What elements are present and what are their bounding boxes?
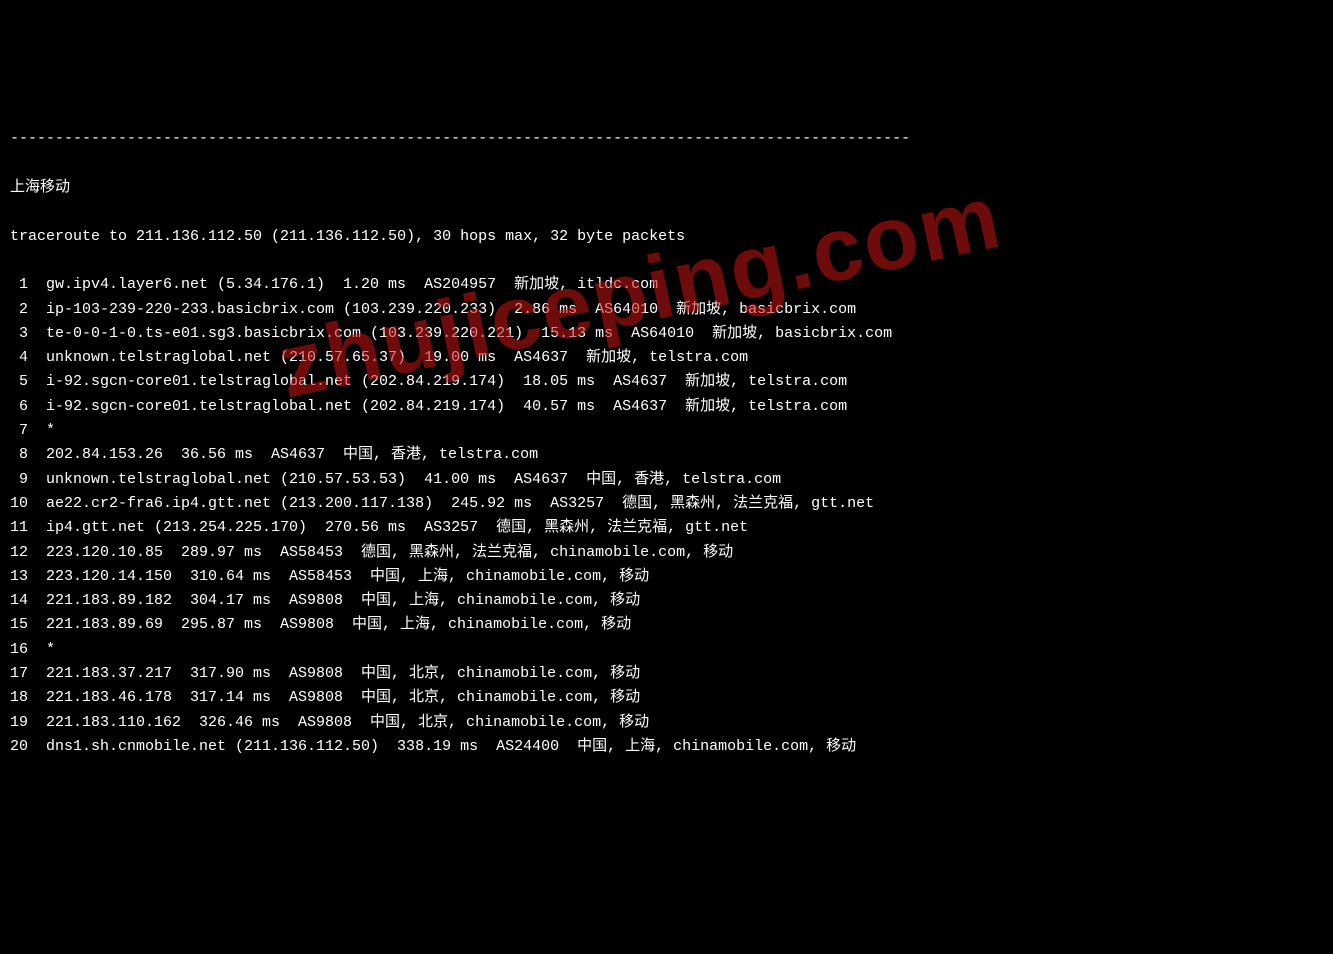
hop-line: 11 ip4.gtt.net (213.254.225.170) 270.56 …	[10, 516, 1323, 540]
hop-detail: 221.183.46.178 317.14 ms AS9808 中国, 北京, …	[28, 689, 640, 706]
hop-line: 4 unknown.telstraglobal.net (210.57.65.3…	[10, 346, 1323, 370]
hop-detail: i-92.sgcn-core01.telstraglobal.net (202.…	[28, 373, 847, 390]
hop-detail: 223.120.10.85 289.97 ms AS58453 德国, 黑森州,…	[28, 544, 733, 561]
terminal-output: ----------------------------------------…	[10, 103, 1323, 783]
hop-line: 18 221.183.46.178 317.14 ms AS9808 中国, 北…	[10, 686, 1323, 710]
hop-line: 15 221.183.89.69 295.87 ms AS9808 中国, 上海…	[10, 613, 1323, 637]
hop-detail: te-0-0-1-0.ts-e01.sg3.basicbrix.com (103…	[28, 325, 892, 342]
hop-number: 9	[10, 468, 28, 492]
hop-number: 2	[10, 298, 28, 322]
hop-line: 2 ip-103-239-220-233.basicbrix.com (103.…	[10, 298, 1323, 322]
hop-number: 12	[10, 541, 28, 565]
hop-number: 7	[10, 419, 28, 443]
hop-number: 10	[10, 492, 28, 516]
hop-number: 18	[10, 686, 28, 710]
hop-line: 9 unknown.telstraglobal.net (210.57.53.5…	[10, 468, 1323, 492]
hop-line: 10 ae22.cr2-fra6.ip4.gtt.net (213.200.11…	[10, 492, 1323, 516]
hop-detail: 221.183.89.69 295.87 ms AS9808 中国, 上海, c…	[28, 616, 631, 633]
hop-detail: 221.183.110.162 326.46 ms AS9808 中国, 北京,…	[28, 714, 649, 731]
hop-line: 13 223.120.14.150 310.64 ms AS58453 中国, …	[10, 565, 1323, 589]
hop-detail: *	[28, 641, 55, 658]
hop-number: 1	[10, 273, 28, 297]
hop-number: 16	[10, 638, 28, 662]
hop-detail: ip-103-239-220-233.basicbrix.com (103.23…	[28, 301, 856, 318]
hop-number: 13	[10, 565, 28, 589]
hop-number: 8	[10, 443, 28, 467]
hop-number: 11	[10, 516, 28, 540]
hop-number: 4	[10, 346, 28, 370]
hop-detail: *	[28, 422, 55, 439]
hop-line: 16 *	[10, 638, 1323, 662]
hop-line: 3 te-0-0-1-0.ts-e01.sg3.basicbrix.com (1…	[10, 322, 1323, 346]
hop-line: 19 221.183.110.162 326.46 ms AS9808 中国, …	[10, 711, 1323, 735]
hop-line: 5 i-92.sgcn-core01.telstraglobal.net (20…	[10, 370, 1323, 394]
hop-line: 20 dns1.sh.cnmobile.net (211.136.112.50)…	[10, 735, 1323, 759]
hop-number: 17	[10, 662, 28, 686]
separator-line: ----------------------------------------…	[10, 127, 1323, 151]
hop-detail: i-92.sgcn-core01.telstraglobal.net (202.…	[28, 398, 847, 415]
hop-detail: gw.ipv4.layer6.net (5.34.176.1) 1.20 ms …	[28, 276, 658, 293]
hop-detail: ae22.cr2-fra6.ip4.gtt.net (213.200.117.1…	[28, 495, 874, 512]
hop-number: 14	[10, 589, 28, 613]
hop-number: 6	[10, 395, 28, 419]
traceroute-header: traceroute to 211.136.112.50 (211.136.11…	[10, 225, 1323, 249]
hop-number: 20	[10, 735, 28, 759]
hop-detail: 223.120.14.150 310.64 ms AS58453 中国, 上海,…	[28, 568, 649, 585]
hop-detail: 221.183.37.217 317.90 ms AS9808 中国, 北京, …	[28, 665, 640, 682]
hop-detail: unknown.telstraglobal.net (210.57.53.53)…	[28, 471, 781, 488]
hop-line: 12 223.120.10.85 289.97 ms AS58453 德国, 黑…	[10, 541, 1323, 565]
hop-line: 14 221.183.89.182 304.17 ms AS9808 中国, 上…	[10, 589, 1323, 613]
hop-detail: unknown.telstraglobal.net (210.57.65.37)…	[28, 349, 748, 366]
hop-line: 7 *	[10, 419, 1323, 443]
hop-number: 15	[10, 613, 28, 637]
hop-line: 8 202.84.153.26 36.56 ms AS4637 中国, 香港, …	[10, 443, 1323, 467]
hop-line: 17 221.183.37.217 317.90 ms AS9808 中国, 北…	[10, 662, 1323, 686]
hop-line: 6 i-92.sgcn-core01.telstraglobal.net (20…	[10, 395, 1323, 419]
hop-line: 1 gw.ipv4.layer6.net (5.34.176.1) 1.20 m…	[10, 273, 1323, 297]
hop-detail: 202.84.153.26 36.56 ms AS4637 中国, 香港, te…	[28, 446, 538, 463]
hop-detail: dns1.sh.cnmobile.net (211.136.112.50) 33…	[28, 738, 856, 755]
hop-number: 19	[10, 711, 28, 735]
hop-number: 3	[10, 322, 28, 346]
hops-list: 1 gw.ipv4.layer6.net (5.34.176.1) 1.20 m…	[10, 273, 1323, 759]
traceroute-title: 上海移动	[10, 176, 1323, 200]
hop-detail: ip4.gtt.net (213.254.225.170) 270.56 ms …	[28, 519, 748, 536]
hop-detail: 221.183.89.182 304.17 ms AS9808 中国, 上海, …	[28, 592, 640, 609]
hop-number: 5	[10, 370, 28, 394]
